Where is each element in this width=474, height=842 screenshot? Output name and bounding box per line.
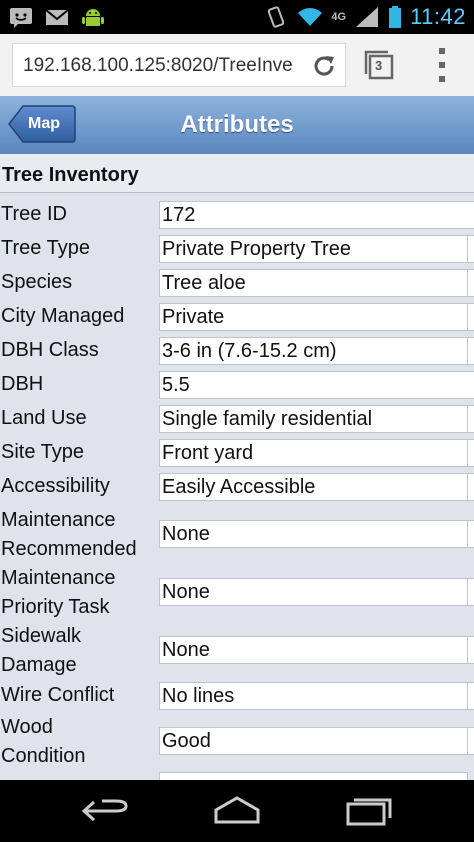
android-icon <box>82 9 104 26</box>
dropdown-handle[interactable] <box>467 337 474 365</box>
field-label-line2: Recommended <box>1 538 137 560</box>
dropdown-handle[interactable] <box>467 727 474 755</box>
signal-icon <box>356 7 379 27</box>
url-field[interactable]: 192.168.100.125:8020/TreeInve <box>12 43 346 87</box>
field-value-text: None <box>162 639 210 661</box>
field-label: Site Type <box>1 441 85 463</box>
field-value-text: Single family residential <box>162 408 373 430</box>
field-value-species[interactable]: Tree aloe <box>159 269 468 297</box>
field-label: Tree Type <box>1 237 90 259</box>
tabs-button[interactable]: 3 <box>364 48 396 82</box>
tab-count: 3 <box>375 58 383 73</box>
dropdown-handle[interactable] <box>467 405 474 433</box>
field-value-text: Tree aloe <box>162 272 246 294</box>
field-value-city-managed[interactable]: Private <box>159 303 468 331</box>
section-title: Tree Inventory <box>2 164 139 186</box>
menu-dot <box>439 76 445 82</box>
field-value-sidewalk-damage[interactable]: None <box>159 636 468 664</box>
field-value-tree-type[interactable]: Private Property Tree <box>159 235 468 263</box>
system-nav-bar <box>0 780 474 842</box>
menu-dot <box>439 48 445 54</box>
section-header: Tree Inventory <box>0 154 474 193</box>
field-value-text: No lines <box>162 685 235 707</box>
field-value-wire-conflict[interactable]: No lines <box>159 682 468 710</box>
field-label-line1: Wood <box>1 716 53 738</box>
app-header: Map Attributes <box>0 96 474 155</box>
network-type: 4G <box>331 11 347 23</box>
field-value-partial[interactable] <box>159 772 468 780</box>
dropdown-handle[interactable] <box>467 636 474 664</box>
field-value-dbh[interactable]: 5.5 <box>159 371 474 399</box>
field-label: Species <box>1 271 73 293</box>
dropdown-handle[interactable] <box>467 520 474 548</box>
dropdown-handle[interactable] <box>467 235 474 263</box>
wifi-icon <box>298 8 323 26</box>
field-label: Wire Conflict <box>1 684 115 706</box>
field-value-maintenance-priority-task[interactable]: None <box>159 578 468 606</box>
field-value-text: None <box>162 523 210 545</box>
back-icon[interactable] <box>80 794 130 828</box>
field-label: Tree ID <box>1 203 67 225</box>
browser-toolbar: 192.168.100.125:8020/TreeInve 3 <box>0 34 474 97</box>
field-label-line2: Priority Task <box>1 596 110 618</box>
dropdown-handle[interactable] <box>467 682 474 710</box>
field-value-text: 172 <box>162 204 196 226</box>
field-value-text: 3-6 in (7.6-15.2 cm) <box>162 340 337 362</box>
recent-apps-icon[interactable] <box>344 794 394 828</box>
field-value-text: Easily Accessible <box>162 476 316 498</box>
field-value-tree-id[interactable]: 172 <box>159 201 474 229</box>
field-value-land-use[interactable]: Single family residential <box>159 405 468 433</box>
clock: 11:42 <box>410 4 466 29</box>
field-value-accessibility[interactable]: Easily Accessible <box>159 473 468 501</box>
field-label: DBH Class <box>1 339 99 361</box>
url-text[interactable]: 192.168.100.125:8020/TreeInve <box>23 55 303 77</box>
attributes-form: Tree Inventory Tree ID 172 Tree Type Pri… <box>0 154 474 780</box>
field-value-maintenance-recommended[interactable]: None <box>159 520 468 548</box>
reload-icon[interactable] <box>311 53 337 79</box>
dropdown-handle[interactable] <box>467 473 474 501</box>
battery-icon <box>389 6 402 28</box>
status-bar: 4G 11:42 <box>0 0 474 34</box>
field-value-site-type[interactable]: Front yard <box>159 439 468 467</box>
home-icon[interactable] <box>212 794 262 828</box>
field-label-line2: Condition <box>1 745 86 767</box>
field-label: Accessibility <box>1 475 110 497</box>
field-value-dbh-class[interactable]: 3-6 in (7.6-15.2 cm) <box>159 337 468 365</box>
overflow-menu-icon[interactable] <box>432 48 452 82</box>
field-label-line2: Damage <box>1 654 77 676</box>
message-icon <box>10 8 32 28</box>
field-value-text: 5.5 <box>162 374 190 396</box>
field-label: Land Use <box>1 407 87 429</box>
field-value-text: Good <box>162 730 211 752</box>
dropdown-handle[interactable] <box>467 439 474 467</box>
dropdown-handle[interactable] <box>467 269 474 297</box>
field-value-text: Private Property Tree <box>162 238 351 260</box>
field-label: City Managed <box>1 305 125 327</box>
dropdown-handle[interactable] <box>467 303 474 331</box>
field-label-line1: Maintenance <box>1 567 116 589</box>
field-label: DBH <box>1 373 44 395</box>
field-label-line1: Sidewalk <box>1 625 82 647</box>
field-value-text: Front yard <box>162 442 254 464</box>
vibrate-icon <box>268 6 285 28</box>
field-value-wood-condition[interactable]: Good <box>159 727 468 755</box>
menu-dot <box>439 62 445 68</box>
gmail-icon <box>45 9 69 25</box>
page-title: Attributes <box>180 111 294 138</box>
field-label-line1: Maintenance <box>1 509 116 531</box>
dropdown-handle[interactable] <box>467 578 474 606</box>
field-value-text: Private <box>162 306 225 328</box>
field-value-text: None <box>162 581 210 603</box>
